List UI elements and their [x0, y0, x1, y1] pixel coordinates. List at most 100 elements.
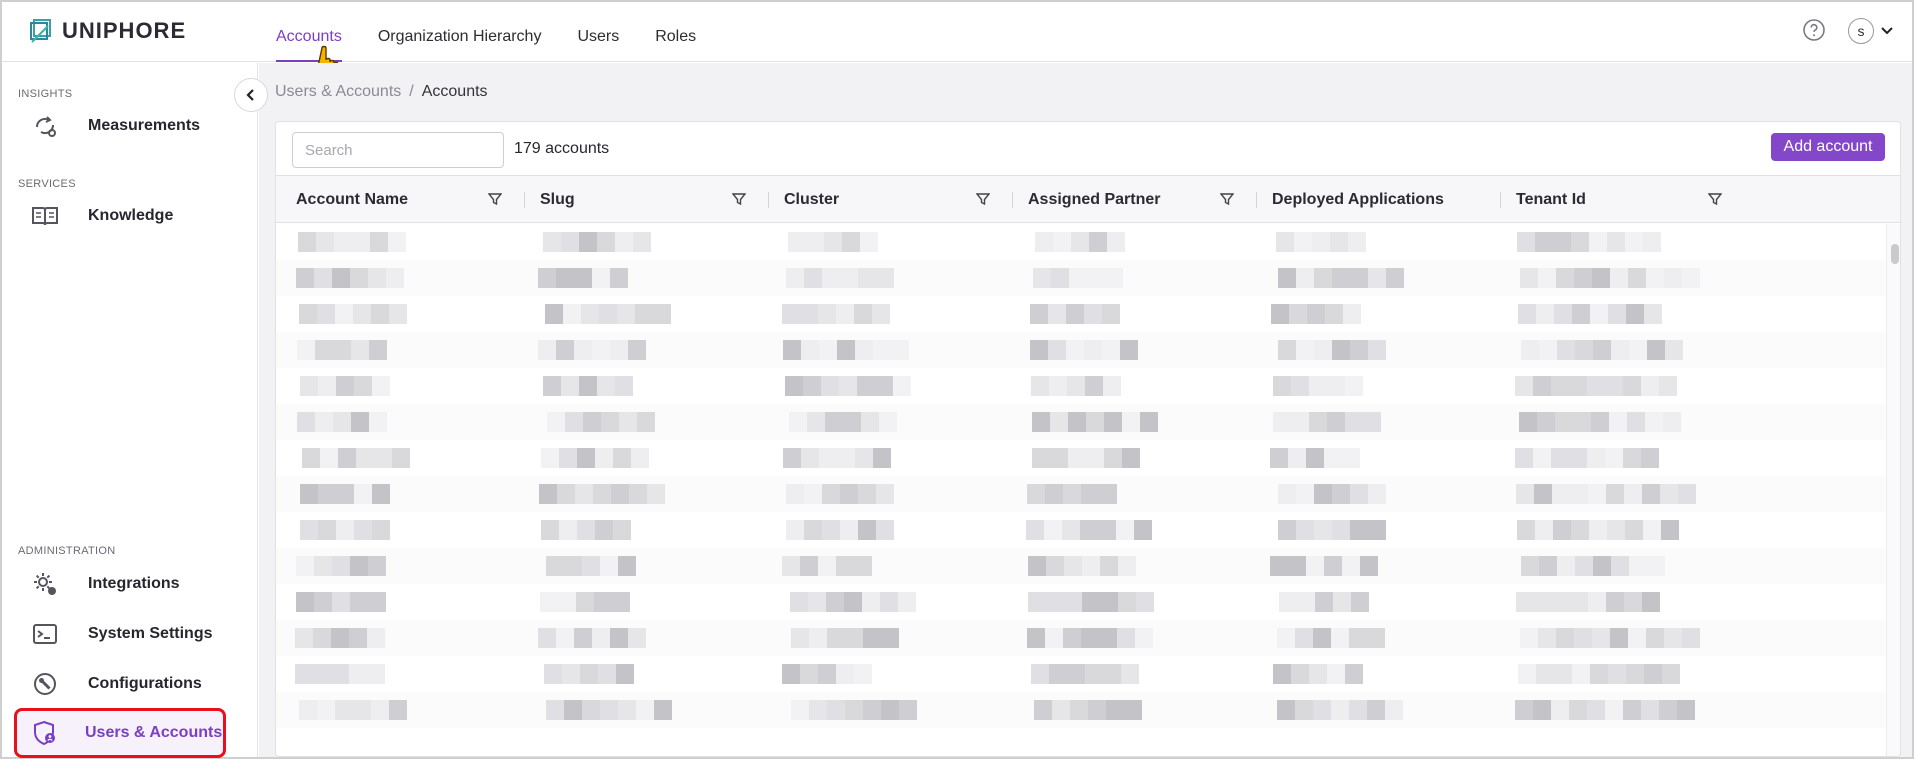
tab-organization-hierarchy[interactable]: Organization Hierarchy [378, 2, 542, 62]
table-cell-redacted [297, 412, 387, 432]
table-cell-redacted [782, 304, 890, 324]
column-divider[interactable] [1256, 192, 1257, 208]
table-row[interactable] [276, 548, 1886, 584]
table-cell-redacted [302, 448, 410, 468]
table-cell-redacted [1032, 412, 1158, 432]
filter-icon[interactable] [488, 192, 502, 206]
avatar[interactable]: s [1848, 18, 1874, 44]
filter-icon[interactable] [976, 192, 990, 206]
table-cell-redacted [1278, 484, 1386, 504]
column-header-assigned-partner[interactable]: Assigned Partner [1028, 176, 1258, 224]
table-cell-redacted [783, 340, 909, 360]
table-body [276, 224, 1886, 756]
table-row[interactable] [276, 368, 1886, 404]
table-cell-redacted [538, 628, 646, 648]
table-row[interactable] [276, 224, 1886, 260]
table-cell-redacted [1518, 304, 1662, 324]
sidebar-item-users-accounts[interactable]: Users & Accounts [14, 708, 226, 758]
column-label: Slug [540, 191, 575, 208]
sidebar-item-label: Measurements [88, 117, 201, 134]
table-cell-redacted [790, 592, 916, 612]
chevron-down-icon[interactable] [1880, 24, 1894, 38]
breadcrumb: Users & Accounts / Accounts [275, 83, 488, 101]
table-cell-redacted [296, 556, 386, 576]
table-row[interactable] [276, 404, 1886, 440]
table-cell-redacted [1278, 520, 1386, 540]
table-cell-redacted [1030, 340, 1138, 360]
filter-icon[interactable] [732, 192, 746, 206]
table-cell-redacted [1270, 448, 1360, 468]
table-row[interactable] [276, 476, 1886, 512]
column-divider[interactable] [1500, 192, 1501, 208]
table-cell-redacted [296, 592, 386, 612]
column-divider[interactable] [524, 192, 525, 208]
table-row[interactable] [276, 332, 1886, 368]
table-cell-redacted [544, 664, 634, 684]
table-cell-redacted [297, 340, 387, 360]
table-cell-redacted [1035, 232, 1125, 252]
table-row[interactable] [276, 620, 1886, 656]
table-cell-redacted [785, 376, 911, 396]
tab-users[interactable]: Users [577, 2, 619, 62]
table-cell-redacted [546, 700, 672, 720]
table-header: Account Name Slug Cluster Assigned Partn… [276, 175, 1900, 224]
wrench-icon [28, 667, 62, 701]
table-cell-redacted [543, 232, 651, 252]
sidebar-item-knowledge[interactable]: Knowledge [14, 193, 258, 239]
column-header-slug[interactable]: Slug [540, 176, 770, 224]
column-header-cluster[interactable]: Cluster [784, 176, 1014, 224]
top-bar: UNIPHORE Accounts Organization Hierarchy… [2, 2, 1912, 62]
table-row[interactable] [276, 440, 1886, 476]
column-divider[interactable] [1012, 192, 1013, 208]
table-cell-redacted [300, 484, 390, 504]
column-divider[interactable] [768, 192, 769, 208]
search-input[interactable] [292, 132, 504, 168]
table-cell-redacted [791, 700, 917, 720]
table-row[interactable] [276, 692, 1886, 728]
sidebar-item-integrations[interactable]: Integrations [14, 561, 258, 607]
brand-logo[interactable]: UNIPHORE [28, 18, 186, 44]
sidebar-item-configurations[interactable]: Configurations [14, 661, 258, 707]
table-cell-redacted [543, 376, 633, 396]
column-header-account-name[interactable]: Account Name [296, 176, 526, 224]
column-label: Deployed Applications [1272, 191, 1444, 208]
measurements-icon [28, 109, 62, 143]
filter-icon[interactable] [1220, 192, 1234, 206]
table-cell-redacted [1273, 376, 1363, 396]
table-cell-redacted [1278, 340, 1386, 360]
breadcrumb-parent-link[interactable]: Users & Accounts [275, 83, 401, 100]
sidebar-item-measurements[interactable]: Measurements [14, 103, 258, 149]
breadcrumb-separator: / [409, 83, 414, 100]
table-cell-redacted [788, 232, 878, 252]
table-cell-redacted [791, 628, 899, 648]
column-header-deployed-applications[interactable]: Deployed Applications [1272, 176, 1502, 224]
table-cell-redacted [1277, 628, 1385, 648]
table-cell-redacted [1518, 664, 1680, 684]
table-cell-redacted [1270, 556, 1378, 576]
sidebar-item-label: System Settings [88, 625, 213, 642]
section-label-administration: ADMINISTRATION [18, 545, 116, 557]
main-content: Users & Accounts / Accounts 179 accounts A… [259, 63, 1912, 757]
sidebar-item-label: Knowledge [88, 207, 174, 224]
user-menu[interactable]: s [1848, 18, 1894, 44]
table-cell-redacted [545, 304, 671, 324]
table-row[interactable] [276, 260, 1886, 296]
scrollbar-thumb[interactable] [1891, 244, 1899, 264]
tab-roles[interactable]: Roles [655, 2, 696, 62]
table-cell-redacted [1031, 376, 1121, 396]
table-cell-redacted [540, 592, 630, 612]
table-cell-redacted [786, 520, 894, 540]
table-row[interactable] [276, 584, 1886, 620]
sidebar-item-system-settings[interactable]: System Settings [14, 611, 258, 657]
collapse-sidebar-button[interactable] [234, 78, 268, 112]
table-row[interactable] [276, 656, 1886, 692]
add-account-button[interactable]: Add account [1771, 133, 1885, 161]
column-header-tenant-id[interactable]: Tenant Id [1516, 176, 1746, 224]
table-row[interactable] [276, 512, 1886, 548]
table-cell-redacted [1027, 484, 1117, 504]
table-row[interactable] [276, 296, 1886, 332]
filter-icon[interactable] [1708, 192, 1722, 206]
table-scrollbar[interactable] [1886, 224, 1900, 756]
column-label: Assigned Partner [1028, 191, 1161, 208]
help-icon[interactable] [1802, 18, 1826, 42]
